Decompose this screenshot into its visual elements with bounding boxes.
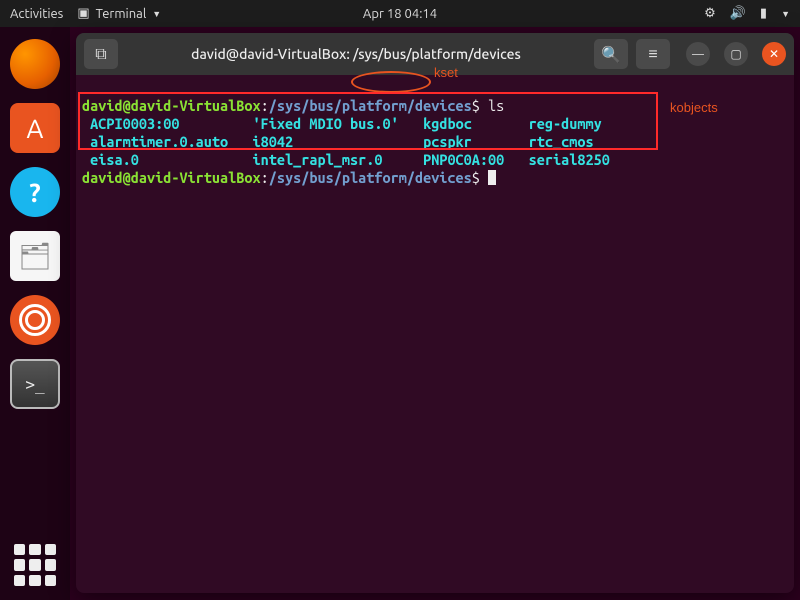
- ls-item: intel_rapl_msr.0: [253, 151, 383, 168]
- cursor: [488, 170, 496, 185]
- ls-item: ACPI0003:00: [90, 115, 179, 132]
- command-ls: ls: [488, 97, 504, 114]
- settings-icon[interactable]: [10, 295, 60, 345]
- prompt-path-post: /devices: [407, 97, 472, 114]
- close-button[interactable]: ✕: [762, 42, 786, 66]
- terminal-mini-icon: ▣: [77, 6, 89, 21]
- maximize-button[interactable]: ▢: [724, 42, 748, 66]
- terminal-icon[interactable]: [10, 359, 60, 409]
- prompt-path-post: /devices: [407, 169, 472, 186]
- prompt-path-pre: /sys/bus/: [269, 169, 342, 186]
- chevron-down-icon: ▼: [152, 9, 161, 19]
- volume-icon[interactable]: 🔊: [730, 6, 746, 21]
- battery-icon[interactable]: ▮: [760, 6, 767, 21]
- prompt-dollar: $: [472, 97, 480, 114]
- prompt-user: david@david-VirtualBox: [82, 169, 261, 186]
- ls-item: pcspkr: [423, 133, 472, 150]
- files-icon[interactable]: 🗂: [10, 231, 60, 281]
- ls-item: reg-dummy: [529, 115, 602, 132]
- prompt-user: david@david-VirtualBox: [82, 97, 261, 114]
- ls-item: i8042: [253, 133, 294, 150]
- ls-item: alarmtimer.0.auto: [90, 133, 228, 150]
- prompt-colon: :: [261, 97, 269, 114]
- ls-item: rtc_cmos: [529, 133, 594, 150]
- minimize-button[interactable]: —: [686, 42, 710, 66]
- network-icon[interactable]: ⚙: [704, 6, 716, 21]
- system-menu-chevron-icon[interactable]: ▼: [781, 9, 790, 19]
- titlebar: ⧉ david@david-VirtualBox: /sys/bus/platf…: [76, 33, 794, 75]
- show-applications-icon[interactable]: [14, 544, 56, 586]
- ls-item: eisa.0: [90, 151, 139, 168]
- terminal-area[interactable]: david@david-VirtualBox:/sys/bus/platform…: [76, 75, 794, 593]
- app-menu-label: Terminal: [96, 7, 147, 21]
- search-button[interactable]: 🔍: [594, 39, 628, 69]
- software-icon[interactable]: A: [10, 103, 60, 153]
- hamburger-menu-button[interactable]: ≡: [636, 39, 670, 69]
- ls-item: serial8250: [529, 151, 610, 168]
- dock: A ? 🗂: [0, 27, 70, 600]
- activities-button[interactable]: Activities: [10, 7, 63, 21]
- clock[interactable]: Apr 18 04:14: [363, 7, 437, 21]
- ls-item: 'Fixed MDIO bus.0': [253, 115, 399, 132]
- prompt-path-mid: platform: [342, 169, 407, 186]
- window-title: david@david-VirtualBox: /sys/bus/platfor…: [126, 46, 586, 62]
- terminal-window: ⧉ david@david-VirtualBox: /sys/bus/platf…: [76, 33, 794, 593]
- prompt-path-mid: platform: [342, 97, 407, 114]
- ls-item: PNP0C0A:00: [423, 151, 504, 168]
- prompt-colon: :: [261, 169, 269, 186]
- help-icon[interactable]: ?: [10, 167, 60, 217]
- ls-item: kgdboc: [423, 115, 472, 132]
- prompt-dollar: $: [472, 169, 480, 186]
- firefox-icon[interactable]: [10, 39, 60, 89]
- gnome-topbar: Activities ▣ Terminal ▼ Apr 18 04:14 ⚙ 🔊…: [0, 0, 800, 27]
- annotation-kset-oval: [351, 71, 431, 93]
- app-menu[interactable]: ▣ Terminal ▼: [77, 6, 161, 21]
- prompt-path-pre: /sys/bus/: [269, 97, 342, 114]
- new-tab-button[interactable]: ⧉: [84, 39, 118, 69]
